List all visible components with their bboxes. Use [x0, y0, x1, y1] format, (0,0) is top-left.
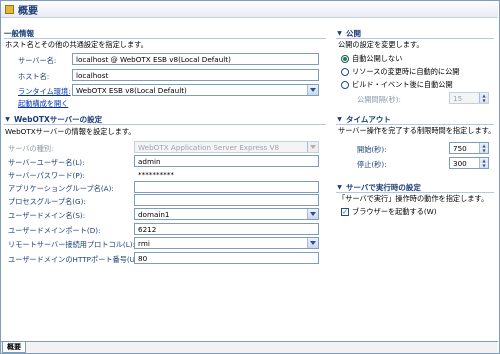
server-user-field[interactable]: admin	[134, 155, 319, 167]
open-launch-config-link[interactable]: 起動構成を開く	[18, 99, 68, 109]
publish-interval-value: 15	[453, 94, 463, 103]
publish-section-header[interactable]: ▼ 公開	[336, 29, 494, 39]
server-type-label: サーバの種別:	[8, 144, 54, 153]
publish-on-change-radio[interactable]: リソースの変更時に自動的に公開	[341, 67, 459, 77]
start-timeout-value: 750	[453, 144, 467, 153]
server-user-label: サーバーユーザー名(L):	[8, 158, 85, 167]
collapse-arrow-icon[interactable]: ▼	[336, 116, 343, 123]
general-section-header: 一般情報	[4, 29, 326, 39]
app-group-label: アプリケーショングループ名(A):	[8, 184, 114, 193]
run-settings-description: 「サーバで実行」操作時の動作を指定します。	[338, 194, 489, 203]
collapse-arrow-icon[interactable]: ▼	[4, 116, 11, 123]
chevron-down-icon[interactable]	[307, 209, 318, 219]
server-icon	[5, 4, 14, 14]
spinner-arrows-icon[interactable]: ▲ ▼	[479, 143, 488, 153]
publish-description: 公開の設定を変更します。	[338, 40, 424, 49]
host-name-field[interactable]: localhost	[72, 69, 319, 81]
webotx-section-title: WebOTXサーバーの設定	[14, 115, 103, 124]
stop-timeout-spinner[interactable]: 300 ▲ ▼	[449, 157, 489, 169]
open-browser-checkbox[interactable]: ✓ ブラウザーを起動する(W)	[341, 207, 437, 217]
general-section-title: 一般情報	[4, 29, 34, 38]
process-group-field[interactable]	[134, 194, 319, 206]
runtime-environment-value: WebOTX ESB v8(Local Default)	[76, 86, 187, 95]
timeout-description: サーバー操作を完了する制限時間を指定します。	[338, 126, 496, 135]
host-name-label: ホスト名:	[18, 72, 50, 81]
server-name-field[interactable]: localhost @ WebOTX ESB v8(Local Default)	[72, 53, 319, 65]
app-group-field[interactable]	[134, 181, 319, 193]
runtime-environment-select[interactable]: WebOTX ESB v8(Local Default)	[72, 84, 319, 96]
server-password-label: サーバーパスワード(P):	[8, 171, 85, 180]
webotx-description: WebOTXサーバーの情報を設定します。	[5, 127, 136, 136]
spinner-arrows-icon: ▲ ▼	[479, 93, 488, 103]
server-name-label: サーバー名:	[18, 56, 57, 65]
collapse-arrow-icon[interactable]: ▼	[336, 184, 343, 191]
publish-interval-label: 公開間隔(秒):	[357, 95, 401, 104]
http-port-label: ユーザードメインのHTTPポート番号(U):	[8, 255, 141, 264]
user-domain-label: ユーザードメイン名(S):	[8, 211, 86, 220]
server-password-field[interactable]: **********	[134, 168, 319, 180]
chevron-down-icon	[307, 142, 318, 152]
page-title: 概要	[18, 5, 38, 17]
publish-never-label: 自動公開しない	[352, 54, 403, 63]
server-type-value: WebOTX Application Server Express V8	[138, 143, 280, 152]
remote-protocol-label: リモートサーバー接続用プロトコル(L):	[8, 240, 135, 249]
webotx-section-header[interactable]: ▼ WebOTXサーバーの設定	[4, 115, 326, 125]
editor-tab-bar: 概要	[1, 341, 498, 353]
chevron-down-icon[interactable]	[307, 85, 318, 95]
start-timeout-label: 開始(秒):	[357, 145, 387, 154]
domain-port-field[interactable]: 6212	[134, 223, 319, 235]
open-browser-label: ブラウザーを起動する(W)	[352, 207, 437, 216]
radio-selected-icon[interactable]	[341, 55, 349, 63]
chevron-down-icon[interactable]	[307, 238, 318, 248]
process-group-label: プロセスグループ名(G):	[8, 197, 86, 206]
publish-interval-spinner: 15 ▲ ▼	[449, 92, 489, 104]
run-settings-section-title: サーバで実行時の設定	[346, 183, 421, 192]
collapse-arrow-icon[interactable]: ▼	[336, 30, 343, 37]
publish-on-build-label: ビルド・イベント後に自動公開	[352, 80, 453, 89]
remote-protocol-value: rmi	[138, 239, 150, 248]
user-domain-value: domain1	[138, 210, 170, 219]
server-type-select: WebOTX Application Server Express V8	[134, 141, 319, 153]
publish-never-radio[interactable]: 自動公開しない	[341, 54, 402, 64]
stop-timeout-label: 停止(秒):	[357, 160, 387, 169]
stop-timeout-value: 300	[453, 159, 467, 168]
radio-icon[interactable]	[341, 81, 349, 89]
general-description: ホスト名とその他の共通設定を指定します。	[5, 40, 148, 49]
publish-section-title: 公開	[346, 29, 361, 38]
radio-icon[interactable]	[341, 68, 349, 76]
runtime-environment-link[interactable]: ランタイム環境:	[18, 87, 71, 97]
tab-overview[interactable]: 概要	[2, 342, 26, 353]
publish-on-change-label: リソースの変更時に自動的に公開	[352, 67, 460, 76]
publish-on-build-radio[interactable]: ビルド・イベント後に自動公開	[341, 80, 453, 90]
start-timeout-spinner[interactable]: 750 ▲ ▼	[449, 142, 489, 154]
timeout-section-header[interactable]: ▼ タイムアウト	[336, 115, 494, 125]
checkmark-icon[interactable]: ✓	[341, 208, 349, 216]
domain-port-label: ユーザードメインポート(D):	[8, 226, 101, 235]
editor-titlebar: 概要	[1, 1, 498, 18]
remote-protocol-select[interactable]: rmi	[134, 237, 319, 249]
http-port-field[interactable]: 80	[134, 252, 319, 264]
timeout-section-title: タイムアウト	[346, 115, 391, 124]
run-settings-section-header[interactable]: ▼ サーバで実行時の設定	[336, 183, 494, 193]
user-domain-select[interactable]: domain1	[134, 208, 319, 220]
spinner-arrows-icon[interactable]: ▲ ▼	[479, 158, 488, 168]
